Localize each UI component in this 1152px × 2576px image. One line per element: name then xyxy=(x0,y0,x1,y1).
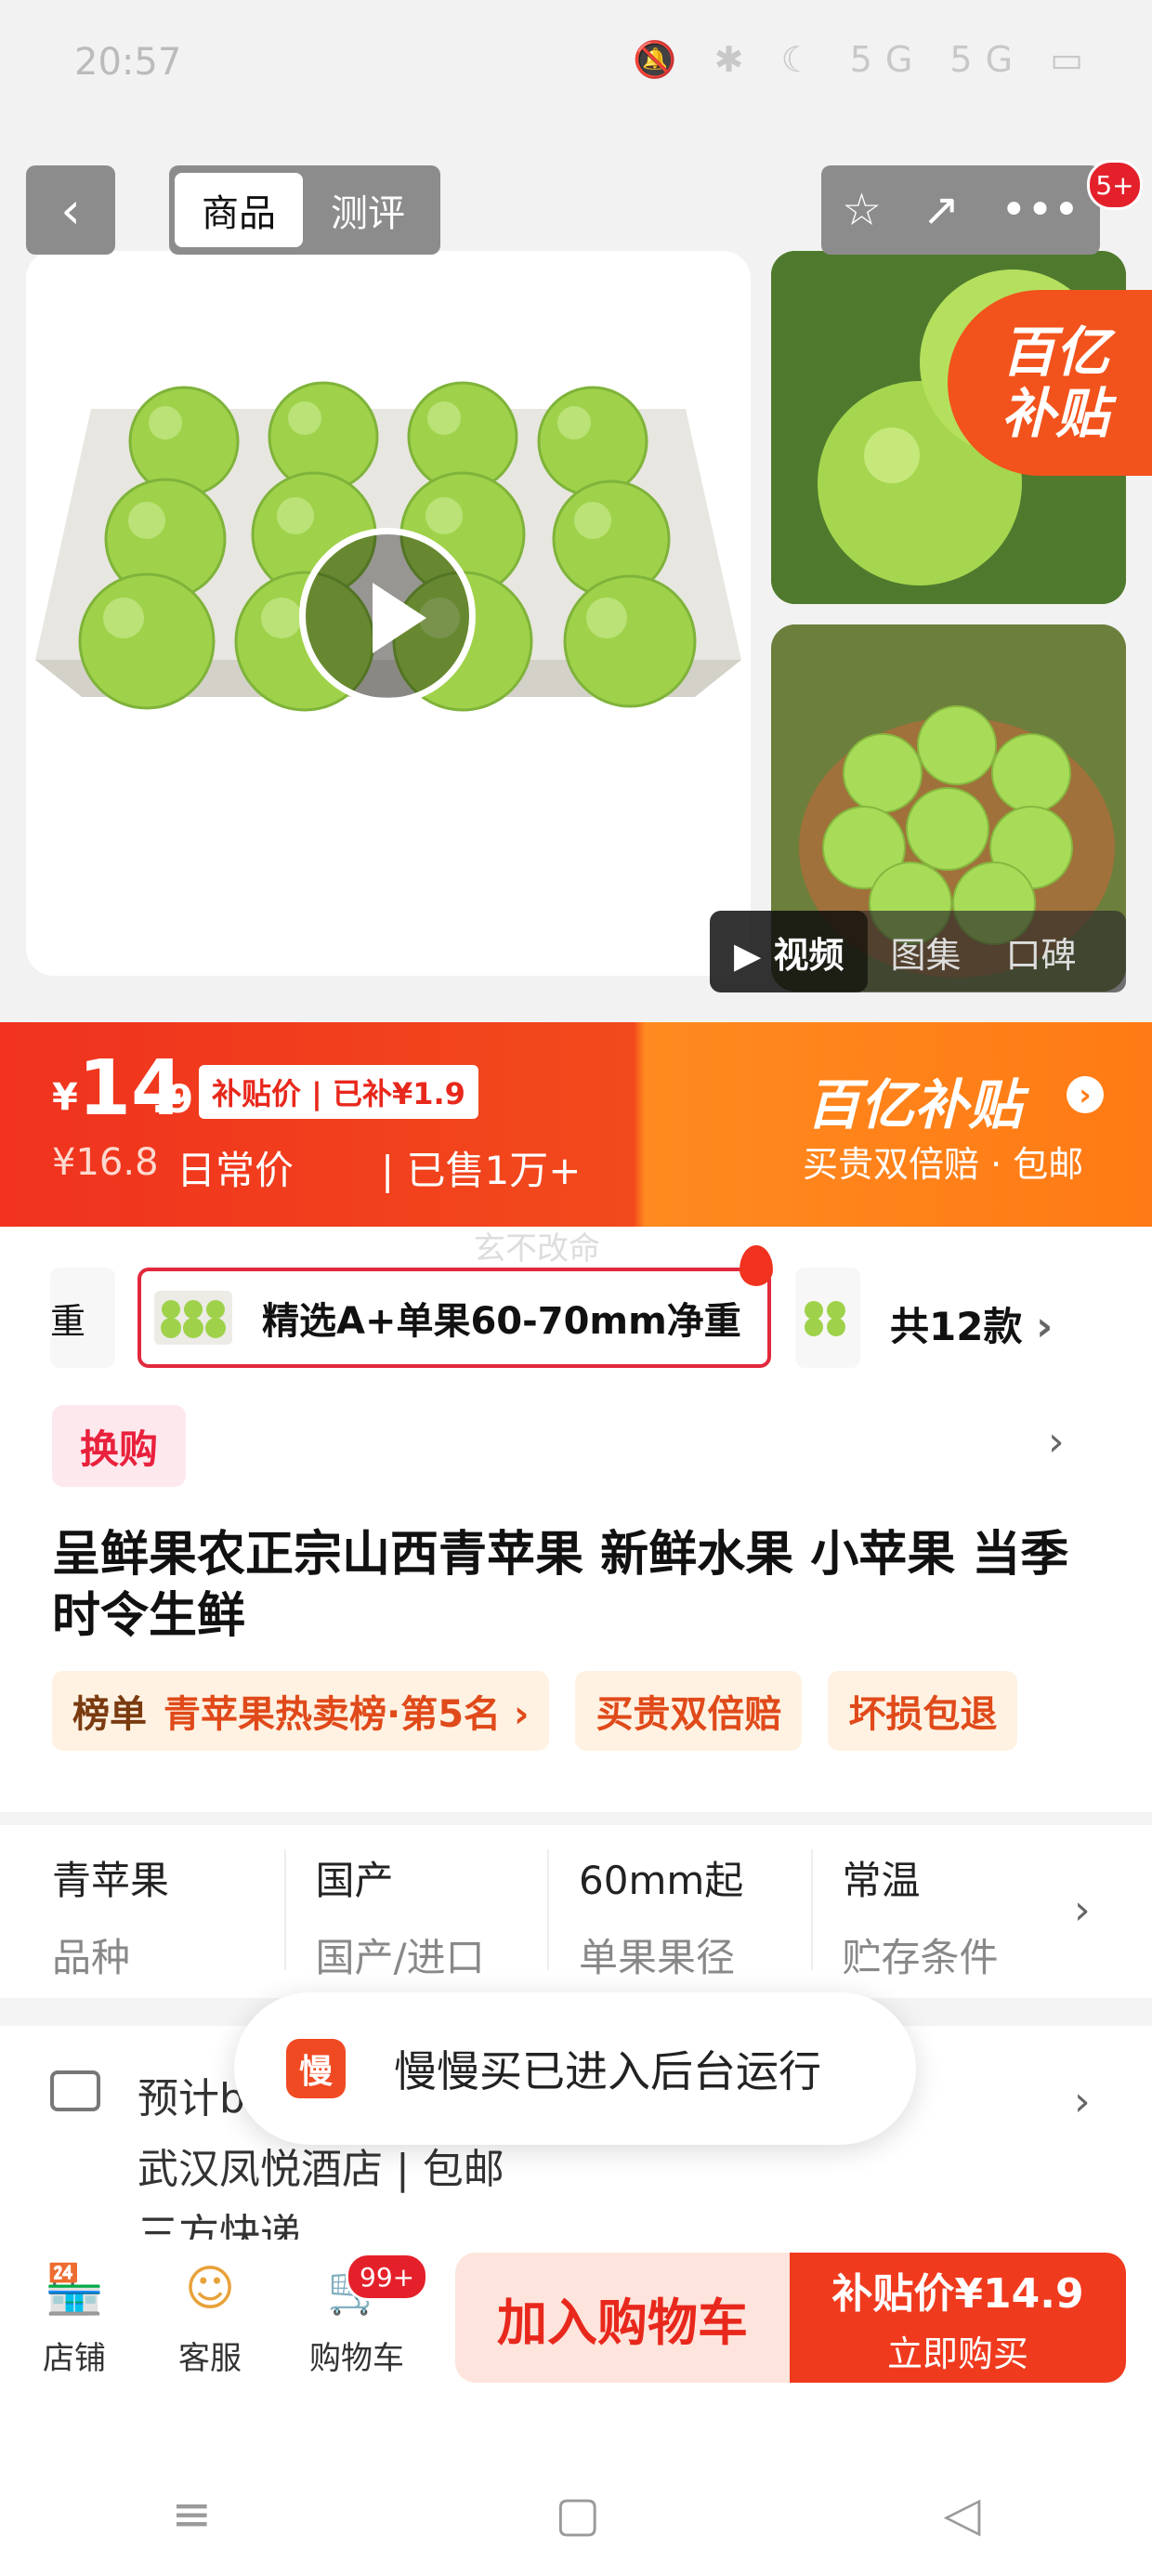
buy-now-price: 补贴价¥14.9 xyxy=(831,2269,1084,2318)
variant-count-label: 共12款 xyxy=(890,1304,1023,1349)
variant-thumb-icon xyxy=(805,1301,845,1336)
media-tab-images[interactable]: 图集 xyxy=(868,927,983,978)
spec-value: 青苹果 xyxy=(52,1858,170,1903)
double-refund-chip[interactable]: 买贵双倍赔 xyxy=(575,1671,803,1751)
subsidy-price-tag: 补贴价 | 已补¥1.9 xyxy=(199,1065,478,1119)
status-time: 20:57 xyxy=(74,41,182,84)
subsidy-description: 买贵双倍赔 · 包邮 xyxy=(803,1144,1084,1185)
badge-line-1: 百亿 xyxy=(1001,321,1110,384)
truck-icon xyxy=(50,2070,100,2111)
ranking-text: 青苹果热卖榜·第5名 › xyxy=(164,1693,530,1736)
media-tabs: ▶ 视频 图集 口碑 xyxy=(710,911,1126,992)
toast-text: 慢慢买已进入后台运行 xyxy=(394,2046,821,2096)
chevron-right-icon[interactable]: › xyxy=(1074,2078,1091,2125)
exchange-badge[interactable]: 换购 xyxy=(52,1405,186,1487)
sold-count: | 已售1万+ xyxy=(381,1148,582,1193)
spec-storage: 常温 贮存条件 xyxy=(813,1849,1075,1980)
chevron-right-icon[interactable]: › xyxy=(1048,1418,1065,1465)
media-tab-word[interactable]: 口碑 xyxy=(983,927,1098,978)
ranking-label: 榜单 xyxy=(72,1693,147,1736)
tab-review[interactable]: 测评 xyxy=(303,183,433,237)
more-icon[interactable]: ••• xyxy=(1001,184,1080,236)
spec-key: 单果果径 xyxy=(579,1935,736,1980)
buy-now-label: 立即购买 xyxy=(886,2333,1028,2374)
manmanmai-logo-icon: 慢 xyxy=(286,2039,346,2098)
media-tab-video[interactable]: ▶ 视频 xyxy=(710,911,869,992)
share-icon[interactable]: ↗ xyxy=(923,184,960,236)
tab-goods[interactable]: 商品 xyxy=(175,173,303,247)
daily-price-label: 日常价 xyxy=(177,1148,295,1193)
favorite-star-icon[interactable]: ☆ xyxy=(842,184,882,236)
add-to-cart-button[interactable]: 加入购物车 xyxy=(455,2253,790,2383)
buy-now-button[interactable]: 补贴价¥14.9 立即购买 xyxy=(790,2253,1126,2383)
back-button[interactable]: ‹ xyxy=(26,165,115,255)
spec-list[interactable]: 青苹果 品种 国产 国产/进口 60mm起 单果果径 常温 贮存条件 xyxy=(52,1849,1075,1980)
back-icon[interactable]: ◁ xyxy=(943,2487,980,2543)
status-icons: 🔕 ✱ ☾ 5G 5G ▭ xyxy=(633,39,1096,80)
subsidy-arrow-icon[interactable]: › xyxy=(1067,1076,1104,1113)
chevron-right-icon: › xyxy=(1036,1303,1054,1350)
subsidy-title[interactable]: 百亿补贴 xyxy=(806,1061,1022,1139)
service-label: 客服 xyxy=(178,2340,242,2377)
spec-diameter: 60mm起 单果果径 xyxy=(549,1849,813,1980)
store-button[interactable]: 🏪 店铺 xyxy=(19,2260,130,2378)
price-decimal: .9 xyxy=(151,1076,194,1122)
ranking-chip[interactable]: 榜单 青苹果热卖榜·第5名 › xyxy=(52,1671,550,1751)
notification-badge: 5+ xyxy=(1087,160,1143,210)
home-icon[interactable]: ▢ xyxy=(555,2487,600,2543)
spec-origin: 国产 国产/进口 xyxy=(286,1849,549,1980)
toast-message: 慢 慢慢买已进入后台运行 xyxy=(234,1992,916,2145)
spec-key: 品种 xyxy=(52,1935,131,1980)
hot-fire-icon xyxy=(740,1245,773,1286)
menu-icon[interactable]: ≡ xyxy=(172,2487,213,2543)
service-button[interactable]: ☺ 客服 xyxy=(154,2260,266,2378)
variant-selected-label: 精选A+单果60-70mm净重 xyxy=(262,1300,741,1343)
spec-value: 60mm起 xyxy=(579,1858,744,1903)
variant-next[interactable] xyxy=(795,1268,860,1368)
spec-variety: 青苹果 品种 xyxy=(52,1849,286,1980)
promo-chips: 榜单 青苹果热卖榜·第5名 › 买贵双倍赔 坏损包退 xyxy=(52,1671,1018,1751)
play-video-button[interactable] xyxy=(299,528,476,704)
spec-value: 国产 xyxy=(315,1858,394,1903)
header-toolbar: ☆ ↗ ••• xyxy=(821,165,1100,255)
original-price: ¥16.8 xyxy=(52,1141,159,1184)
spec-value: 常温 xyxy=(842,1858,921,1903)
store-label: 店铺 xyxy=(43,2340,106,2377)
cart-count-badge: 99+ xyxy=(346,2253,429,2301)
variant-thumb-icon xyxy=(154,1291,232,1345)
badge-line-2: 补贴 xyxy=(1001,382,1110,445)
system-nav-bar: ≡ ▢ ◁ xyxy=(0,2453,1152,2576)
product-title: 呈鲜果农正宗山西青苹果 新鲜水果 小苹果 当季时令生鲜 xyxy=(52,1527,1069,1644)
subsidy-badge: 百亿 补贴 xyxy=(948,290,1152,476)
store-icon: 🏪 xyxy=(44,2261,105,2318)
variant-selected[interactable]: 精选A+单果60-70mm净重 xyxy=(137,1268,771,1368)
price-currency: ¥ xyxy=(52,1076,78,1119)
shipping-estimate: 预计b xyxy=(137,2075,245,2123)
variant-count[interactable]: 共12款 › xyxy=(890,1295,1053,1352)
spec-key: 国产/进口 xyxy=(315,1935,485,1980)
spec-key: 贮存条件 xyxy=(842,1935,999,1980)
chevron-right-icon[interactable]: › xyxy=(1074,1886,1091,1934)
header-segmented-tabs: 商品 测评 xyxy=(169,165,440,255)
watermark-text: 玄不改命 xyxy=(474,1230,600,1268)
cart-label: 购物车 xyxy=(309,2340,404,2377)
section-divider xyxy=(0,1812,1152,1825)
customer-service-icon: ☺ xyxy=(184,2261,236,2317)
shipping-carrier: 三方快递 xyxy=(137,2211,301,2241)
damage-refund-chip[interactable]: 坏损包退 xyxy=(828,1671,1018,1751)
variant-prev[interactable]: 重 xyxy=(50,1268,115,1368)
